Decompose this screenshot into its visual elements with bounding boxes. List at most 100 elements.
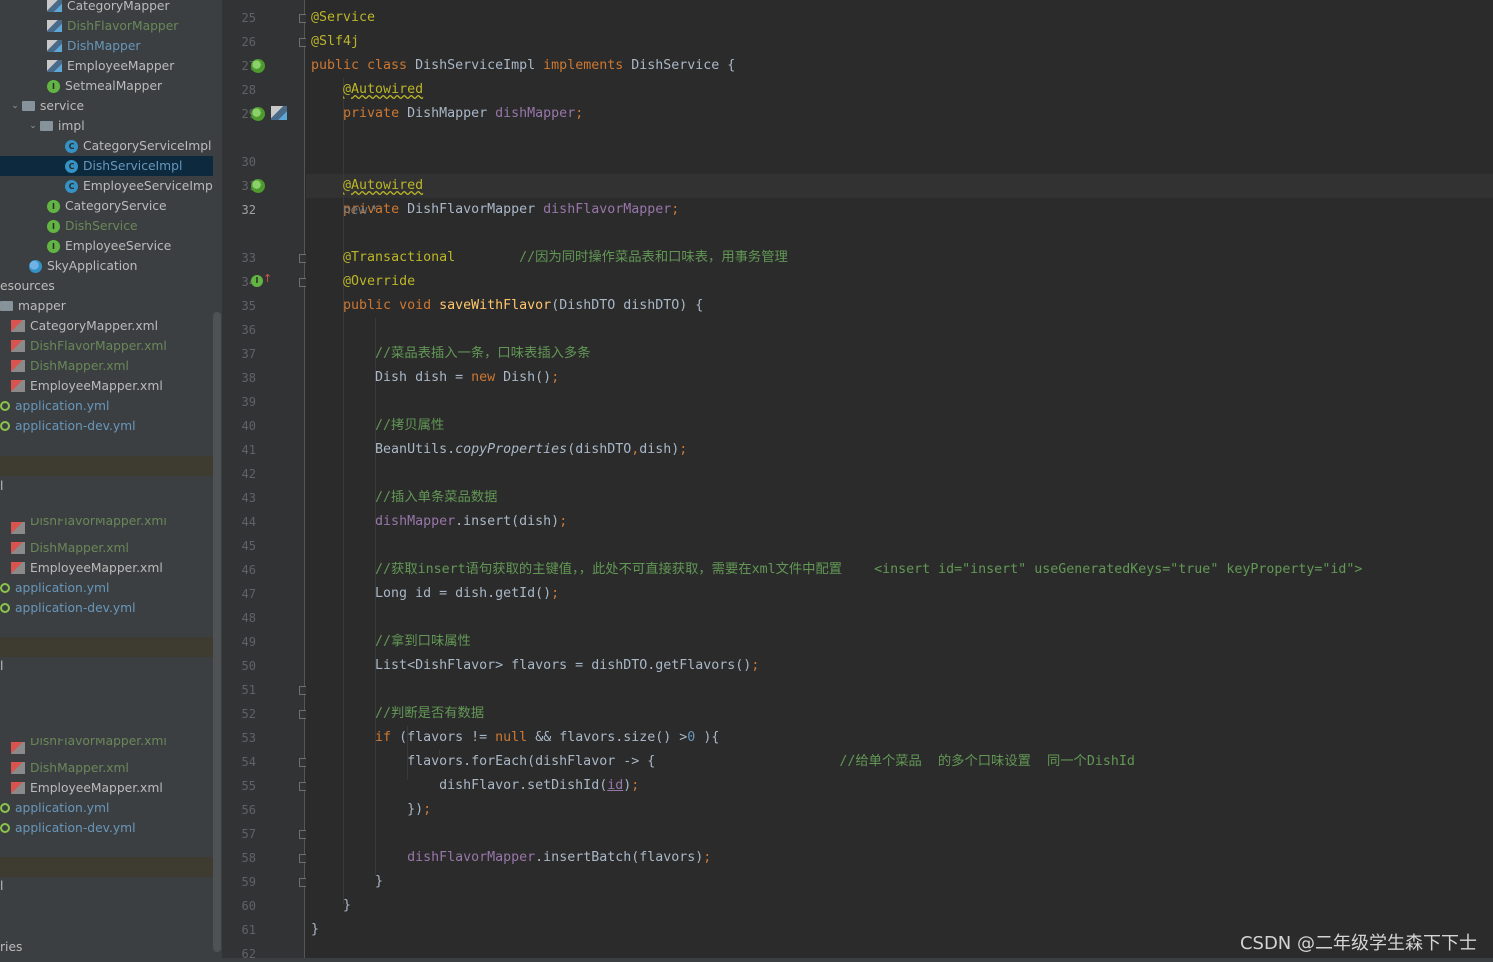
- line-number[interactable]: 56: [222, 798, 256, 822]
- sidebar-scrollbar[interactable]: [213, 312, 221, 952]
- tree-item[interactable]: application-dev.yml: [0, 416, 213, 436]
- tree-item[interactable]: DishFlavorMapper.xml: [0, 518, 213, 538]
- line-number[interactable]: 28: [222, 78, 256, 102]
- bean-icon[interactable]: [251, 179, 265, 193]
- code-line[interactable]: @Transactional //因为同时操作菜品表和口味表，用事务管理: [311, 246, 788, 270]
- code-line[interactable]: @Service: [311, 6, 375, 30]
- code-line[interactable]: public class DishServiceImpl implements …: [311, 54, 735, 78]
- code-line[interactable]: });: [311, 798, 431, 822]
- line-number[interactable]: 33: [222, 246, 256, 270]
- tree-item[interactable]: ⌄ impl: [0, 116, 213, 136]
- line-number[interactable]: 48: [222, 606, 256, 630]
- line-number[interactable]: 40: [222, 414, 256, 438]
- tree-item[interactable]: C EmployeeServiceImpl: [0, 176, 213, 196]
- line-number[interactable]: 61: [222, 918, 256, 942]
- code-line[interactable]: Long id = dish.getId();: [311, 582, 559, 606]
- tree-item[interactable]: mapper: [0, 296, 213, 316]
- code-line[interactable]: List<DishFlavor> flavors = dishDTO.getFl…: [311, 654, 759, 678]
- line-number[interactable]: 45: [222, 534, 256, 558]
- line-number[interactable]: 53: [222, 726, 256, 750]
- tree-item[interactable]: esources: [0, 276, 213, 296]
- tree-item[interactable]: l: [0, 876, 213, 896]
- code-line[interactable]: //判断是否有数据: [311, 702, 484, 726]
- tree-item[interactable]: ries: [0, 937, 213, 957]
- mapper-navigate-icon[interactable]: [271, 106, 287, 120]
- bean-icon[interactable]: [251, 107, 265, 121]
- line-number[interactable]: 58: [222, 846, 256, 870]
- line-number[interactable]: 43: [222, 486, 256, 510]
- tree-item[interactable]: DishMapper.xml: [0, 538, 213, 558]
- bean-icon[interactable]: [251, 59, 265, 73]
- line-number[interactable]: 37: [222, 342, 256, 366]
- tree-item[interactable]: I CategoryService: [0, 196, 213, 216]
- code-line[interactable]: dishMapper.insert(dish);: [311, 510, 567, 534]
- tree-item[interactable]: DishMapper.xml: [0, 758, 213, 778]
- line-number[interactable]: 59: [222, 870, 256, 894]
- line-number[interactable]: 41: [222, 438, 256, 462]
- tree-item[interactable]: ⌄ service: [0, 96, 213, 116]
- line-number[interactable]: 35: [222, 294, 256, 318]
- code-line[interactable]: public void saveWithFlavor(DishDTO dishD…: [311, 294, 703, 318]
- line-number[interactable]: 25: [222, 6, 256, 30]
- line-number[interactable]: 55: [222, 774, 256, 798]
- line-number[interactable]: 38: [222, 366, 256, 390]
- horizontal-scrollbar[interactable]: [222, 958, 1493, 962]
- tree-item[interactable]: l: [0, 476, 213, 496]
- line-number[interactable]: 57: [222, 822, 256, 846]
- tree-item[interactable]: DishMapper.xml: [0, 356, 213, 376]
- code-line[interactable]: BeanUtils.copyProperties(dishDTO,dish);: [311, 438, 687, 462]
- line-number[interactable]: 44: [222, 510, 256, 534]
- tree-item[interactable]: CategoryMapper: [0, 0, 213, 16]
- code-line[interactable]: if (flavors != null && flavors.size() >0…: [311, 726, 719, 750]
- line-number[interactable]: 54: [222, 750, 256, 774]
- tree-item[interactable]: EmployeeMapper.xml: [0, 376, 213, 396]
- code-line[interactable]: //获取insert语句获取的主键值，，此处不可直接获取，需要在xml文件中配置…: [311, 558, 1362, 582]
- code-line[interactable]: //菜品表插入一条，口味表插入多条: [311, 342, 590, 366]
- tree-item[interactable]: EmployeeMapper.xml: [0, 778, 213, 798]
- tree-item[interactable]: C DishServiceImpl: [0, 156, 213, 176]
- code-line[interactable]: private DishMapper dishMapper;: [311, 102, 583, 126]
- tree-item[interactable]: I SetmealMapper: [0, 76, 213, 96]
- line-number[interactable]: 36: [222, 318, 256, 342]
- code-line[interactable]: //插入单条菜品数据: [311, 486, 497, 510]
- tree-item[interactable]: application.yml: [0, 798, 213, 818]
- tree-item[interactable]: application.yml: [0, 578, 213, 598]
- line-number[interactable]: 39: [222, 390, 256, 414]
- code-line[interactable]: dishFlavorMapper.insertBatch(flavors);: [311, 846, 711, 870]
- line-number[interactable]: 51: [222, 678, 256, 702]
- line-number[interactable]: 47: [222, 582, 256, 606]
- tree-item[interactable]: application-dev.yml: [0, 598, 213, 618]
- code-line[interactable]: @Autowired: [311, 78, 423, 102]
- project-tree[interactable]: CategoryMapper DishFlavorMapper DishMapper…: [0, 0, 222, 962]
- code-line[interactable]: @Slf4j: [311, 30, 359, 54]
- line-number[interactable]: 49: [222, 630, 256, 654]
- tree-item[interactable]: application-dev.yml: [0, 818, 213, 838]
- line-number[interactable]: 26: [222, 30, 256, 54]
- tree-item[interactable]: SkyApplication: [0, 256, 213, 276]
- tree-item[interactable]: CategoryMapper.xml: [0, 316, 213, 336]
- expand-arrow-icon[interactable]: ⌄: [8, 101, 22, 111]
- tree-item[interactable]: application.yml: [0, 396, 213, 416]
- code-line[interactable]: }: [311, 870, 383, 894]
- code-line[interactable]: //拷贝属性: [311, 414, 444, 438]
- line-number[interactable]: 42: [222, 462, 256, 486]
- tree-item[interactable]: l: [0, 656, 213, 676]
- tree-item[interactable]: DishFlavorMapper.xml: [0, 738, 213, 758]
- tree-item[interactable]: DishFlavorMapper.xml: [0, 336, 213, 356]
- override-method-icon[interactable]: I: [251, 275, 263, 287]
- code-line[interactable]: }: [311, 918, 319, 942]
- tree-item[interactable]: EmployeeMapper: [0, 56, 213, 76]
- code-line[interactable]: flavors.forEach(dishFlavor -> { //给单个菜品 …: [311, 750, 1135, 774]
- tree-item[interactable]: EmployeeMapper.xml: [0, 558, 213, 578]
- code-line[interactable]: Dish dish = new Dish();: [311, 366, 559, 390]
- code-line[interactable]: dishFlavor.setDishId(id);: [311, 774, 639, 798]
- line-number[interactable]: 30: [222, 150, 256, 174]
- tree-item[interactable]: DishMapper: [0, 36, 213, 56]
- tree-item[interactable]: DishFlavorMapper: [0, 16, 213, 36]
- implements-arrow-icon[interactable]: ↑: [263, 272, 272, 285]
- code-line[interactable]: }: [311, 894, 351, 918]
- code-line[interactable]: @Autowired: [311, 174, 423, 198]
- tree-item[interactable]: C CategoryServiceImpl: [0, 136, 213, 156]
- code-editor[interactable]: @Service @Slf4j public class DishServiceIm…: [306, 0, 1493, 958]
- line-number[interactable]: 50: [222, 654, 256, 678]
